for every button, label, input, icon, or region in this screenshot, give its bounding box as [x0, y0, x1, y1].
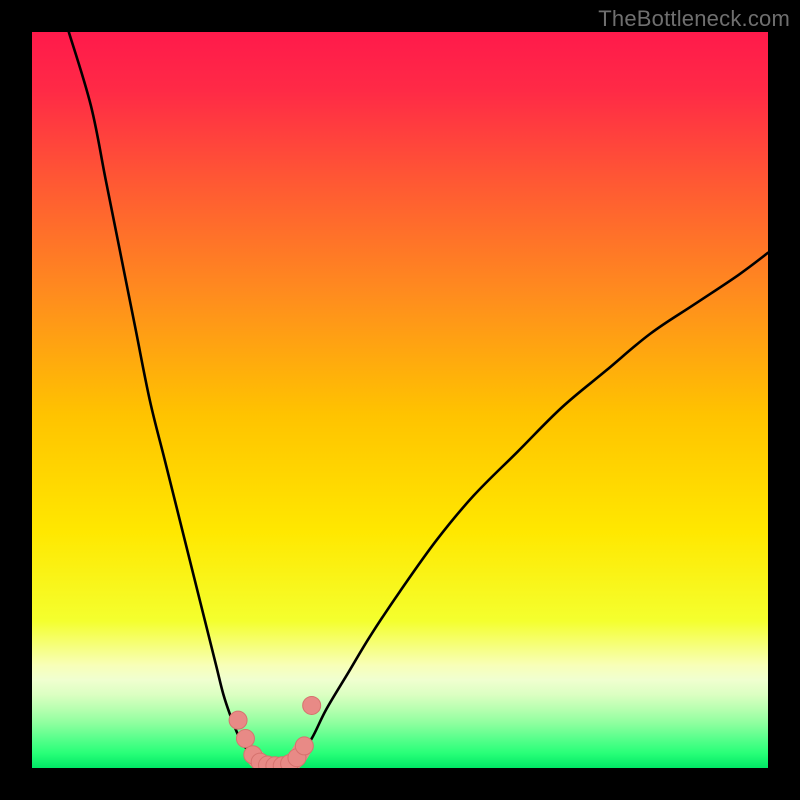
marker-dot: [236, 730, 254, 748]
watermark-text: TheBottleneck.com: [598, 6, 790, 32]
curve-layer: [32, 32, 768, 768]
chart-frame: TheBottleneck.com: [0, 0, 800, 800]
marker-dot: [295, 737, 313, 755]
plot-area: [32, 32, 768, 768]
marker-dot: [303, 696, 321, 714]
bottleneck-curve: [69, 32, 768, 766]
marker-dot: [229, 711, 247, 729]
